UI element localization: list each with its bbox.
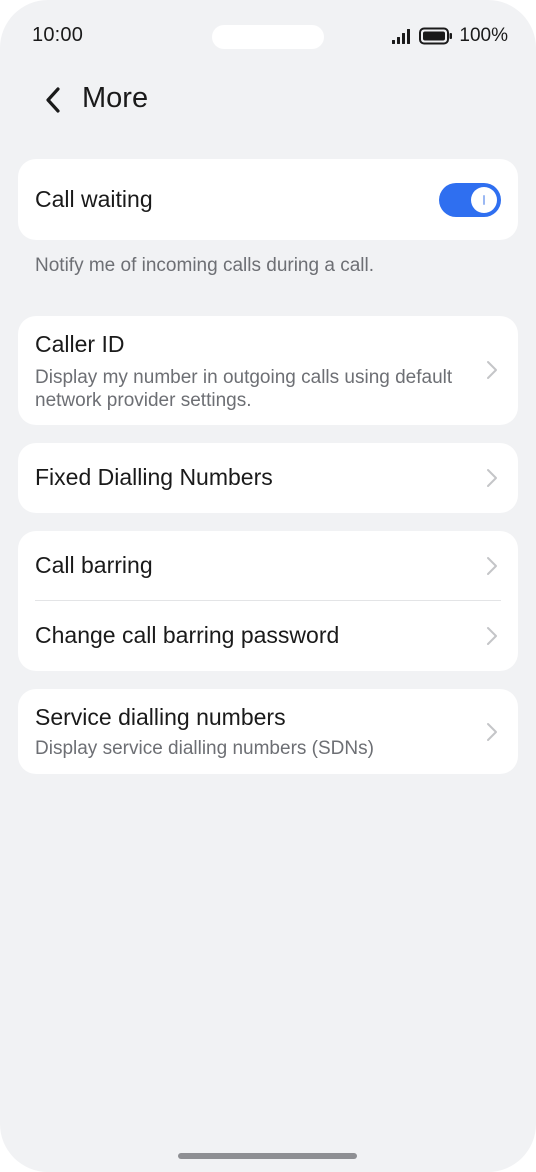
chevron-right-icon [486, 468, 498, 488]
phone-screen: 10:00 100% More Call waiting Notify me o… [0, 0, 536, 1172]
call-waiting-toggle[interactable] [439, 183, 501, 217]
toggle-knob [471, 187, 497, 213]
call-waiting-label: Call waiting [35, 186, 153, 212]
service-dialling-row[interactable]: Service dialling numbers Display service… [18, 689, 518, 774]
chevron-left-icon [46, 87, 60, 113]
fixed-dialling-title: Fixed Dialling Numbers [35, 464, 273, 490]
change-barring-password-title: Change call barring password [35, 622, 340, 648]
home-indicator[interactable] [178, 1153, 357, 1159]
back-button[interactable] [34, 80, 74, 120]
change-barring-password-row[interactable]: Change call barring password [18, 601, 518, 671]
caller-id-title: Caller ID [35, 331, 125, 357]
chevron-right-icon [486, 722, 498, 742]
service-dialling-subtitle: Display service dialling numbers (SDNs) [35, 738, 374, 759]
service-dialling-title: Service dialling numbers [35, 704, 286, 730]
page-title: More [82, 82, 149, 114]
status-indicators: 100% [391, 25, 508, 47]
caller-id-card: Caller ID Display my number in outgoing … [18, 316, 518, 425]
chevron-right-icon [486, 360, 498, 380]
status-time: 10:00 [32, 24, 84, 46]
call-waiting-note: Notify me of incoming calls during a cal… [35, 255, 374, 276]
battery-icon [419, 27, 453, 45]
fixed-dialling-row[interactable]: Fixed Dialling Numbers [18, 443, 518, 513]
chevron-right-icon [486, 556, 498, 576]
signal-bars-icon [392, 29, 411, 44]
caller-id-row[interactable]: Caller ID Display my number in outgoing … [18, 316, 518, 425]
camera-cutout [212, 25, 324, 49]
call-barring-title: Call barring [35, 552, 153, 578]
call-waiting-card: Call waiting [18, 159, 518, 240]
call-barring-card: Call barring Change call barring passwor… [18, 531, 518, 671]
fixed-dialling-card: Fixed Dialling Numbers [18, 443, 518, 513]
battery-percentage: 100% [459, 25, 508, 46]
service-dialling-card: Service dialling numbers Display service… [18, 689, 518, 774]
call-waiting-row[interactable]: Call waiting [18, 159, 518, 240]
caller-id-subtitle: Display my number in outgoing calls usin… [35, 367, 453, 411]
call-barring-row[interactable]: Call barring [18, 531, 518, 601]
chevron-right-icon [486, 626, 498, 646]
